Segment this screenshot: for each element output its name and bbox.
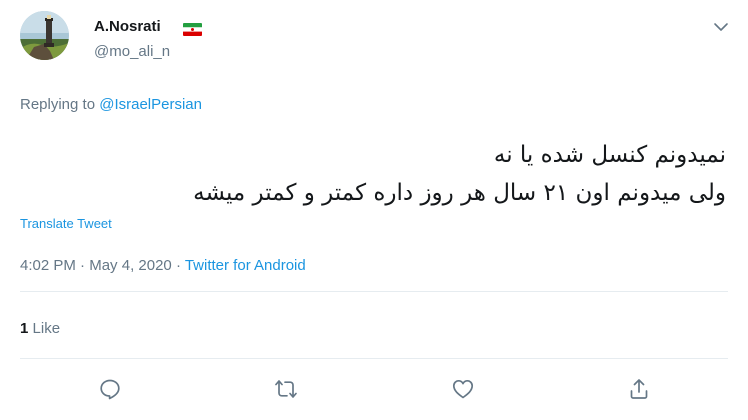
tweet-time[interactable]: 4:02 PM bbox=[20, 257, 76, 274]
meta-separator: · bbox=[75, 257, 90, 274]
reply-mention-link[interactable]: @IsraelPersian bbox=[99, 96, 202, 113]
meta-separator: · bbox=[171, 257, 185, 274]
tweet: A.Nosrati @mo_ali_n Replying to @IsraelP… bbox=[0, 0, 748, 420]
replying-to: Replying to @IsraelPersian bbox=[20, 95, 202, 115]
like-label: Like bbox=[32, 320, 61, 337]
divider bbox=[20, 291, 728, 292]
like-icon[interactable] bbox=[451, 377, 475, 401]
like-count: 1 bbox=[20, 320, 29, 337]
share-icon[interactable] bbox=[627, 377, 651, 401]
tweet-date[interactable]: May 4, 2020 bbox=[89, 257, 172, 274]
avatar[interactable] bbox=[20, 11, 69, 60]
retweet-icon[interactable] bbox=[274, 377, 298, 401]
tweet-text-line: نمیدونم کنسل شده یا نه bbox=[493, 142, 726, 168]
reply-icon[interactable] bbox=[98, 377, 122, 401]
divider bbox=[20, 358, 728, 359]
chevron-down-icon[interactable] bbox=[711, 17, 731, 37]
likes-stat[interactable]: 1 Like bbox=[20, 319, 60, 339]
translate-tweet-link[interactable]: Translate Tweet bbox=[20, 215, 112, 233]
user-handle[interactable]: @mo_ali_n bbox=[94, 42, 170, 62]
tweet-text: نمیدونم کنسل شده یا نه ولی میدونم اون ۲۱… bbox=[26, 136, 726, 212]
display-name[interactable]: A.Nosrati bbox=[94, 17, 161, 37]
tweet-meta: 4:02 PM · May 4, 2020 · Twitter for Andr… bbox=[20, 256, 306, 276]
replying-to-prefix: Replying to bbox=[20, 96, 100, 113]
iran-flag-icon bbox=[183, 23, 202, 36]
tweet-source-link[interactable]: Twitter for Android bbox=[185, 257, 306, 274]
tweet-text-line: ولی میدونم اون ۲۱ سال هر روز داره کمتر و… bbox=[193, 180, 726, 206]
